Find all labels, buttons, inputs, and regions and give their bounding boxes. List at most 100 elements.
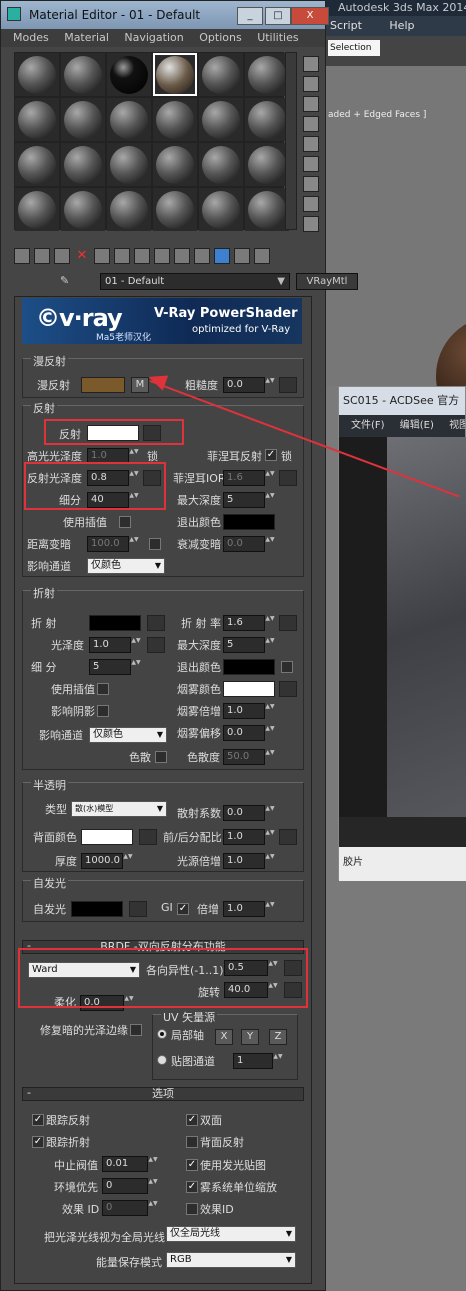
refr-interp-checkbox[interactable] bbox=[97, 683, 109, 695]
put-to-scene-icon[interactable] bbox=[34, 248, 50, 264]
sample-slot[interactable] bbox=[15, 98, 59, 141]
cutoff-field[interactable]: 0.01 bbox=[102, 1156, 148, 1172]
fresnel-checkbox[interactable]: ✓ bbox=[265, 449, 277, 461]
dim-dist-checkbox[interactable] bbox=[149, 538, 161, 550]
app-menu-help[interactable]: Help bbox=[389, 19, 414, 32]
roughness-map-button[interactable] bbox=[279, 377, 297, 393]
sample-slot[interactable] bbox=[107, 53, 151, 96]
reset-map-icon[interactable]: ✕ bbox=[74, 248, 90, 264]
close-button[interactable]: X bbox=[291, 7, 329, 25]
refl-interp-checkbox[interactable] bbox=[119, 516, 131, 528]
show-end-result-icon[interactable] bbox=[194, 248, 210, 264]
dim-fall-field[interactable]: 0.0 bbox=[223, 536, 265, 552]
refr-gloss-field[interactable]: 1.0 bbox=[89, 637, 131, 653]
maximize-button[interactable]: □ bbox=[265, 7, 291, 25]
sample-slot[interactable] bbox=[107, 188, 151, 231]
menu-options[interactable]: Options bbox=[199, 31, 241, 44]
sample-slot[interactable] bbox=[61, 53, 105, 96]
fog-color-swatch[interactable] bbox=[223, 681, 275, 697]
refr-affect-dropdown[interactable]: 仅颜色 ▼ bbox=[89, 727, 167, 743]
menu-modes[interactable]: Modes bbox=[13, 31, 49, 44]
menu-navigation[interactable]: Navigation bbox=[124, 31, 183, 44]
fwd-bck-field[interactable]: 1.0 bbox=[223, 829, 265, 845]
ior-map-button[interactable] bbox=[279, 615, 297, 631]
assign-material-icon[interactable] bbox=[54, 248, 70, 264]
sample-slot[interactable] bbox=[15, 143, 59, 186]
sample-slot[interactable] bbox=[199, 143, 243, 186]
ior-spinner[interactable]: ▲▼ bbox=[265, 615, 275, 631]
self-illum-mult-field[interactable]: 1.0 bbox=[223, 901, 265, 917]
effect-id-checkbox[interactable] bbox=[186, 1203, 198, 1215]
ior-field[interactable]: 1.6 bbox=[223, 615, 265, 631]
material-name-field[interactable]: 01 - Default ▼ bbox=[100, 273, 290, 290]
make-preview-icon[interactable] bbox=[303, 156, 319, 172]
self-illum-map-button[interactable] bbox=[129, 901, 147, 917]
acdsee-menu-edit[interactable]: 编辑(E) bbox=[400, 420, 434, 431]
light-mult-field[interactable]: 1.0 bbox=[223, 853, 265, 869]
refr-gloss-map-button[interactable] bbox=[147, 637, 165, 653]
dispersion-checkbox[interactable] bbox=[155, 751, 167, 763]
sample-slot[interactable] bbox=[245, 53, 289, 96]
fog-bias-field[interactable]: 0.0 bbox=[223, 725, 265, 741]
refl-max-depth-field[interactable]: 5 bbox=[223, 492, 265, 508]
go-to-parent-icon[interactable] bbox=[214, 248, 230, 264]
axis-z-button[interactable]: Z bbox=[269, 1029, 287, 1045]
affect-shadows-checkbox[interactable] bbox=[97, 705, 109, 717]
go-forward-icon[interactable] bbox=[234, 248, 250, 264]
back-color-swatch[interactable] bbox=[81, 829, 133, 845]
fix-dark-edges-checkbox[interactable] bbox=[130, 1024, 142, 1036]
map-channel-radio[interactable] bbox=[157, 1055, 167, 1065]
refr-max-depth-field[interactable]: 5 bbox=[223, 637, 265, 653]
acdsee-menu-file[interactable]: 文件(F) bbox=[351, 420, 385, 431]
gi-checkbox[interactable]: ✓ bbox=[177, 903, 189, 915]
env-priority-spinner[interactable]: ▲▼ bbox=[148, 1178, 158, 1194]
refl-exit-swatch[interactable] bbox=[223, 514, 275, 530]
app-menu-script[interactable]: Script bbox=[330, 19, 362, 32]
sample-slot[interactable] bbox=[245, 98, 289, 141]
menu-utilities[interactable]: Utilities bbox=[257, 31, 298, 44]
fresnel-ior-map-button[interactable] bbox=[279, 470, 297, 486]
sample-slot[interactable] bbox=[61, 188, 105, 231]
fwd-bck-spinner[interactable]: ▲▼ bbox=[265, 829, 275, 845]
light-mult-spinner[interactable]: ▲▼ bbox=[265, 853, 275, 869]
refl-max-depth-spinner[interactable]: ▲▼ bbox=[265, 492, 275, 508]
thickness-spinner[interactable]: ▲▼ bbox=[123, 853, 133, 869]
abbe-field[interactable]: 50.0 bbox=[223, 749, 265, 765]
self-illum-mult-spinner[interactable]: ▲▼ bbox=[265, 901, 275, 917]
backlight-icon[interactable] bbox=[303, 56, 319, 72]
sample-slot[interactable] bbox=[107, 143, 151, 186]
cutoff-spinner[interactable]: ▲▼ bbox=[148, 1156, 158, 1172]
refr-subdivs-field[interactable]: 5 bbox=[89, 659, 131, 675]
material-type-button[interactable]: VRayMtl bbox=[296, 273, 358, 290]
pick-icon[interactable] bbox=[254, 248, 270, 264]
axis-y-button[interactable]: Y bbox=[241, 1029, 259, 1045]
fresnel-ior-spinner[interactable]: ▲▼ bbox=[265, 470, 275, 486]
sss-type-dropdown[interactable]: 散(水)模型 ▼ bbox=[71, 801, 167, 817]
sample-slot[interactable] bbox=[199, 188, 243, 231]
sample-type-icon[interactable] bbox=[303, 76, 319, 92]
sample-slot[interactable] bbox=[245, 143, 289, 186]
copy-material-icon[interactable] bbox=[94, 248, 110, 264]
sample-slot[interactable] bbox=[15, 188, 59, 231]
sample-slot[interactable] bbox=[245, 188, 289, 231]
dim-fall-spinner[interactable]: ▲▼ bbox=[265, 536, 275, 552]
fog-mult-spinner[interactable]: ▲▼ bbox=[265, 703, 275, 719]
refract-color-swatch[interactable] bbox=[89, 615, 141, 631]
refr-max-depth-spinner[interactable]: ▲▼ bbox=[265, 637, 275, 653]
sample-slot[interactable] bbox=[107, 98, 151, 141]
effect-id-field[interactable]: 0 bbox=[102, 1200, 148, 1216]
diffuse-color-swatch[interactable] bbox=[81, 377, 125, 393]
acdsee-menu-view[interactable]: 视图( bbox=[449, 420, 465, 431]
slots-scrollbar[interactable] bbox=[285, 52, 297, 230]
fog-color-map-button[interactable] bbox=[279, 681, 297, 697]
fwd-bck-map-button[interactable] bbox=[279, 829, 297, 845]
selection-set-dropdown[interactable]: Selection Se bbox=[328, 40, 380, 56]
trace-refl-checkbox[interactable]: ✓ bbox=[32, 1114, 44, 1126]
env-priority-field[interactable]: 0 bbox=[102, 1178, 148, 1194]
abbe-spinner[interactable]: ▲▼ bbox=[265, 749, 275, 765]
axis-x-button[interactable]: X bbox=[215, 1029, 233, 1045]
local-axis-radio[interactable] bbox=[157, 1029, 167, 1039]
sample-slot[interactable] bbox=[153, 188, 197, 231]
menu-material[interactable]: Material bbox=[64, 31, 109, 44]
map-channel-field[interactable]: 1 bbox=[233, 1053, 273, 1069]
